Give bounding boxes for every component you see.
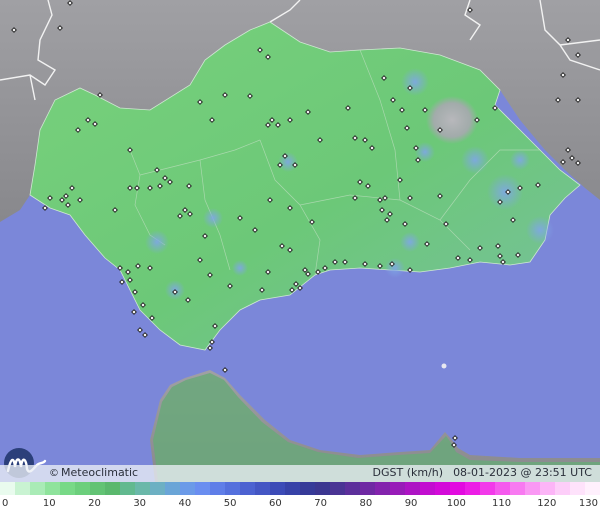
legend-swatch xyxy=(420,482,435,495)
legend-swatch xyxy=(75,482,90,495)
legend-swatch xyxy=(210,482,225,495)
legend-tick-label: 20 xyxy=(88,498,101,509)
legend-swatch xyxy=(105,482,120,495)
legend-swatch xyxy=(60,482,75,495)
legend-ticks: 0 10 20 30 40 50 60 70 80 90 100 110 120 130 xyxy=(0,498,600,514)
legend-tick-label: 70 xyxy=(314,498,327,509)
legend-swatch xyxy=(30,482,45,495)
legend-tick-label: 10 xyxy=(42,498,56,509)
legend-swatch xyxy=(540,482,555,495)
legend-tick-label: 0 xyxy=(2,498,9,509)
legend-swatch xyxy=(510,482,525,495)
legend-swatch xyxy=(225,482,240,495)
color-legend: 0 10 20 30 40 50 60 70 80 90 100 110 120 130 xyxy=(0,482,600,517)
legend-color-bar xyxy=(0,482,600,495)
timestamp-label: 08-01-2023 @ 23:51 UTC xyxy=(453,466,592,479)
map-caption: DGST (km/h) 08-01-2023 @ 23:51 UTC xyxy=(373,466,592,479)
legend-tick-label: 100 xyxy=(446,498,466,509)
legend-swatch xyxy=(375,482,390,495)
legend-swatch xyxy=(315,482,330,495)
legend-swatch xyxy=(360,482,375,495)
legend-tick-label: 120 xyxy=(537,498,557,509)
high-terrain xyxy=(426,96,478,144)
legend-swatch xyxy=(165,482,180,495)
legend-swatch xyxy=(15,482,30,495)
legend-swatch xyxy=(570,482,585,495)
legend-swatch xyxy=(240,482,255,495)
legend-swatch xyxy=(465,482,480,495)
legend-swatch xyxy=(345,482,360,495)
legend-tick-label: 80 xyxy=(359,498,373,509)
map-footer: © Meteoclimatic DGST (km/h) 08-01-2023 @ 2… xyxy=(0,465,600,482)
islet xyxy=(441,363,447,369)
variable-label: DGST (km/h) xyxy=(372,466,444,479)
legend-swatch xyxy=(480,482,495,495)
legend-swatch xyxy=(180,482,195,495)
legend-swatch xyxy=(495,482,510,495)
legend-tick-label: 110 xyxy=(491,498,512,509)
legend-swatch xyxy=(270,482,285,495)
brand-name: Meteoclimatic xyxy=(61,466,139,479)
legend-swatch xyxy=(555,482,570,495)
legend-tick-label: 130 xyxy=(578,498,598,509)
legend-tick-label: 90 xyxy=(404,498,418,509)
legend-swatch xyxy=(255,482,270,495)
legend-tick-label: 50 xyxy=(223,498,237,509)
legend-swatch xyxy=(0,482,15,495)
legend-swatch xyxy=(435,482,450,495)
map-canvas xyxy=(0,0,600,482)
legend-swatch xyxy=(390,482,405,495)
legend-swatch xyxy=(150,482,165,495)
legend-swatch xyxy=(195,482,210,495)
legend-swatch xyxy=(45,482,60,495)
legend-swatch xyxy=(300,482,315,495)
brand-label: © Meteoclimatic xyxy=(49,466,138,479)
legend-tick-label: 60 xyxy=(269,498,282,509)
copyright-symbol: © xyxy=(49,468,59,479)
legend-tick-label: 40 xyxy=(178,498,192,509)
legend-swatch xyxy=(585,482,600,495)
legend-swatch xyxy=(135,482,150,495)
legend-swatch xyxy=(285,482,300,495)
legend-swatch xyxy=(525,482,540,495)
legend-swatch xyxy=(330,482,345,495)
legend-swatch xyxy=(90,482,105,495)
legend-swatch xyxy=(120,482,135,495)
legend-swatch xyxy=(405,482,420,495)
legend-swatch xyxy=(450,482,465,495)
legend-tick-label: 30 xyxy=(133,498,147,509)
